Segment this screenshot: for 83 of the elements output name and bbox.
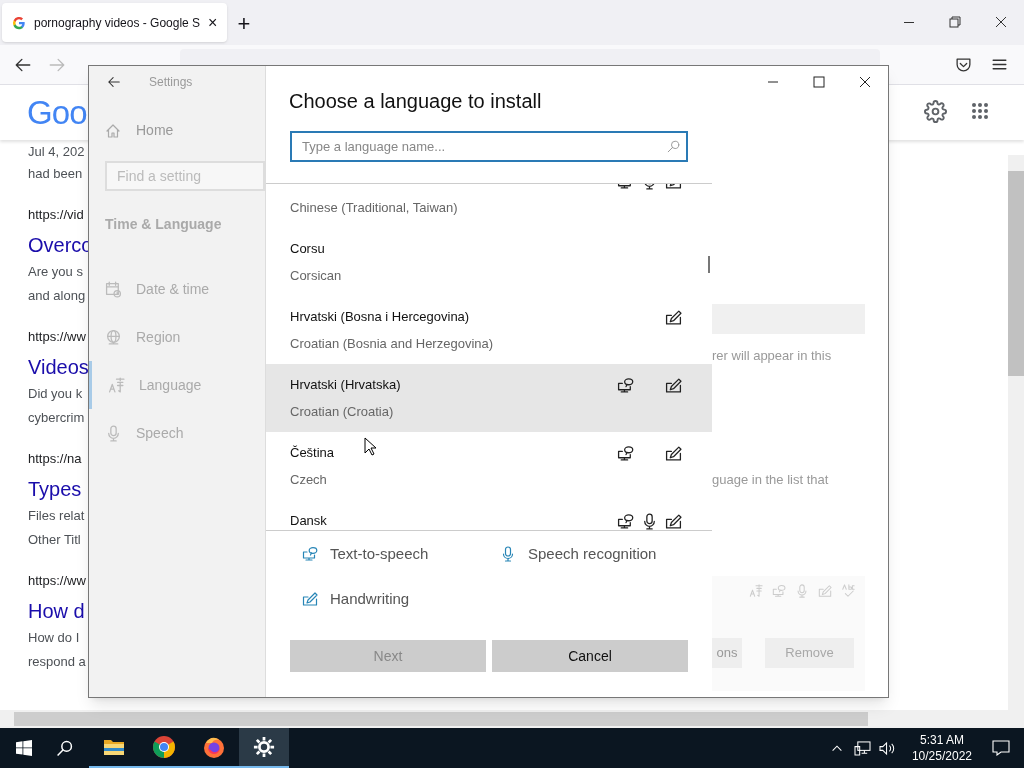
- calendar-icon: [105, 280, 122, 298]
- tab-title: pornography videos - Google S: [34, 14, 201, 32]
- result-snippet: Other Titl: [28, 531, 81, 549]
- text-to-speech-icon: [772, 584, 786, 598]
- native-name: Corsu: [290, 240, 325, 259]
- english-name: Croatian (Croatia): [290, 403, 394, 421]
- new-tab-button[interactable]: +: [237, 13, 251, 35]
- gear-icon: [253, 736, 275, 758]
- result-snippet: cybercrim: [28, 409, 85, 427]
- result-url: https://ww: [28, 328, 86, 346]
- mouse-cursor: [364, 437, 376, 456]
- spellcheck-icon: [841, 584, 855, 598]
- result-snippet: Jul 4, 202: [28, 143, 85, 161]
- language-icon: [108, 376, 125, 394]
- description-text: rer will appear in this: [712, 347, 832, 365]
- windows-start-icon[interactable]: [16, 740, 32, 756]
- microphone-icon: [105, 424, 122, 442]
- home-icon: [105, 122, 121, 139]
- clock-time[interactable]: 5:31 AM: [919, 732, 964, 748]
- clock-date[interactable]: 10/25/2022: [911, 748, 972, 764]
- result-snippet: How do I: [28, 629, 80, 647]
- native-name: Dansk: [290, 512, 327, 530]
- english-name: Corsican: [290, 267, 342, 285]
- search-icon: [667, 140, 680, 153]
- legend-label: Handwriting: [330, 588, 410, 609]
- close-tab-button[interactable]: ×: [208, 14, 218, 31]
- firefox-icon: [202, 735, 226, 759]
- browser-tab[interactable]: pornography videos - Google S ×: [2, 3, 228, 42]
- taskbar-app[interactable]: [239, 728, 289, 768]
- scrollbar-thumb[interactable]: [708, 256, 710, 273]
- google-logo: Goo: [27, 96, 87, 129]
- back-icon[interactable]: [107, 75, 121, 89]
- language-row[interactable]: Dansk: [266, 500, 712, 530]
- handwriting-icon: [818, 584, 832, 598]
- english-name: Chinese (Traditional, Taiwan): [290, 199, 458, 217]
- dialog-button[interactable]: Cancel: [492, 640, 688, 672]
- result-title[interactable]: Types: [28, 475, 82, 503]
- microphone-icon: [795, 584, 809, 598]
- globe-icon: [105, 328, 122, 346]
- language-search-field[interactable]: Type a language name...: [290, 131, 688, 162]
- microphone-icon: [500, 546, 516, 563]
- google-icon: [12, 15, 26, 30]
- result-url: https://na: [28, 450, 82, 468]
- language-row[interactable]: Čeština Czech: [266, 432, 712, 500]
- language-icon: [749, 584, 763, 598]
- english-name: Croatian (Bosnia and Herzegovina): [290, 335, 494, 353]
- result-title[interactable]: Videos: [28, 353, 89, 381]
- notification-icon[interactable]: [992, 740, 1010, 756]
- search-icon[interactable]: [56, 739, 73, 757]
- volume-icon[interactable]: [878, 740, 896, 756]
- text-to-speech-icon: [302, 546, 318, 563]
- language-row[interactable]: Hrvatski (Hrvatska) Croatian (Croatia): [266, 364, 712, 432]
- language-row[interactable]: Corsu Corsican: [266, 228, 712, 296]
- result-url: https://ww: [28, 572, 86, 590]
- handwriting-icon: [302, 590, 318, 607]
- result-snippet: had been: [28, 165, 83, 183]
- english-name: Czech: [290, 471, 327, 489]
- result-snippet: Files relat: [28, 507, 85, 525]
- settings-icon[interactable]: [924, 100, 947, 123]
- result-title[interactable]: How d: [28, 597, 85, 625]
- native-name: Čeština: [290, 444, 335, 463]
- result-snippet: respond a: [28, 653, 86, 671]
- network-icon[interactable]: [853, 740, 871, 756]
- section-heading: Time & Language: [105, 215, 223, 234]
- dialog-title: Choose a language to install: [289, 89, 543, 114]
- result-url: https://vid: [28, 206, 84, 224]
- window-title: Settings: [149, 74, 193, 91]
- native-name: Hrvatski (Bosna i Hercegovina): [290, 308, 470, 327]
- vertical-scrollbar[interactable]: [1008, 155, 1024, 710]
- result-snippet: Did you k: [28, 385, 83, 403]
- legend-label: Speech recognition: [528, 544, 657, 564]
- result-snippet: Are you s: [28, 263, 83, 281]
- legend-label: Text-to-speech: [330, 544, 429, 564]
- pocket-icon[interactable]: [955, 56, 972, 73]
- search-field[interactable]: Find a setting: [105, 161, 265, 191]
- language-row[interactable]: Hrvatski (Bosna i Hercegovina) Croatian (Bosnia and Herzegovina): [266, 296, 712, 364]
- result-snippet: and along: [28, 287, 86, 305]
- horizontal-scrollbar[interactable]: [0, 710, 1024, 728]
- apps-grid-icon[interactable]: [971, 102, 989, 120]
- language-row[interactable]: Chinese (Traditional, Taiwan): [266, 184, 712, 228]
- chrome-icon: [152, 735, 176, 759]
- native-name: Hrvatski (Hrvatska): [290, 376, 401, 395]
- description-text: guage in the list that: [712, 471, 829, 489]
